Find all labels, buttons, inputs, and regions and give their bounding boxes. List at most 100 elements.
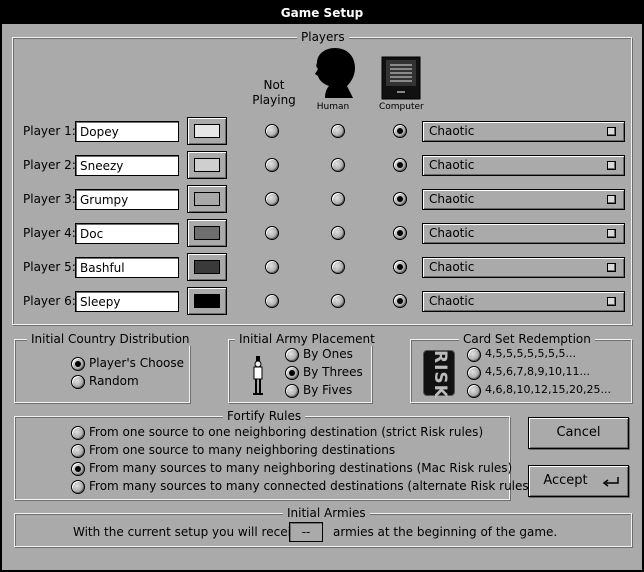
by-fives-radio[interactable] (285, 384, 299, 398)
player-color-swatch (194, 158, 220, 172)
random-radio[interactable] (71, 375, 85, 389)
computer-radio[interactable] (393, 192, 407, 206)
player-name-input[interactable] (75, 223, 179, 244)
game-setup-window: Game Setup Players Not Playing Human Com… (0, 0, 644, 572)
player-name-input[interactable] (75, 257, 179, 278)
strategy-select[interactable]: Chaotic (422, 121, 625, 142)
players-legend: Players (297, 30, 349, 44)
computer-radio[interactable] (393, 124, 407, 138)
computer-radio[interactable] (393, 226, 407, 240)
country-distribution-group: Initial Country Distribution Player's Ch… (14, 332, 194, 403)
fortify-option-1-label: From one source to one neighboring desti… (89, 425, 484, 439)
random-label: Random (89, 374, 139, 388)
player-label: Player 2: (23, 158, 76, 172)
player-color-button[interactable] (187, 117, 227, 145)
strategy-select[interactable]: Chaotic (422, 223, 625, 244)
computer-radio[interactable] (393, 158, 407, 172)
player-color-button[interactable] (187, 151, 227, 179)
not-playing-radio[interactable] (265, 260, 279, 274)
not-playing-radio[interactable] (265, 226, 279, 240)
not-playing-radio[interactable] (265, 158, 279, 172)
fortify-option-2-label: From one source to many neighboring dest… (89, 443, 396, 457)
players-choose-radio[interactable] (71, 357, 85, 371)
human-radio[interactable] (331, 192, 345, 206)
player-color-button[interactable] (187, 287, 227, 315)
player-color-button[interactable] (187, 253, 227, 281)
strategy-select[interactable]: Chaotic (422, 291, 625, 312)
redemption-option-1-radio[interactable] (467, 348, 481, 362)
player-label: Player 6: (23, 294, 76, 308)
dropdown-arrow-icon (607, 263, 616, 272)
human-radio[interactable] (331, 226, 345, 240)
human-radio[interactable] (331, 124, 345, 138)
strategy-select[interactable]: Chaotic (422, 257, 625, 278)
player-color-button[interactable] (187, 219, 227, 247)
fortify-rules-legend: Fortify Rules (223, 409, 306, 423)
initial-armies-value: -- (289, 522, 323, 542)
player-name-input[interactable] (75, 291, 179, 312)
player-name-input[interactable] (75, 121, 179, 142)
window-title: Game Setup (2, 2, 642, 24)
player-color-button[interactable] (187, 185, 227, 213)
fortify-option-4-label: From many sources to many connected dest… (89, 479, 534, 493)
human-head-icon (315, 48, 355, 98)
by-threes-radio[interactable] (285, 366, 299, 380)
country-distribution-legend: Initial Country Distribution (27, 332, 194, 346)
dropdown-arrow-icon (607, 127, 616, 136)
cancel-button[interactable]: Cancel (528, 417, 629, 449)
dropdown-arrow-icon (607, 195, 616, 204)
not-playing-radio[interactable] (265, 294, 279, 308)
not-playing-radio[interactable] (265, 192, 279, 206)
fortify-option-4-radio[interactable] (71, 480, 85, 494)
by-ones-radio[interactable] (285, 348, 299, 362)
initial-armies-text-after: armies at the beginning of the game. (333, 525, 558, 539)
human-radio[interactable] (331, 158, 345, 172)
card-redemption-group: Card Set Redemption RISK 4,5,5,5,5,5,5,5… (410, 332, 632, 403)
initial-armies-group: Initial Armies With the current setup yo… (14, 506, 632, 547)
by-threes-label: By Threes (303, 365, 363, 379)
player-color-swatch (194, 260, 220, 274)
fortify-option-2-radio[interactable] (71, 444, 85, 458)
army-placement-group: Initial Army Placement By Ones By Threes… (228, 332, 379, 403)
players-group: Players Not Playing Human Computer Playe… (12, 30, 632, 325)
initial-armies-text-before: With the current setup you will receive (73, 525, 306, 539)
computer-radio[interactable] (393, 294, 407, 308)
computer-radio[interactable] (393, 260, 407, 274)
human-radio[interactable] (331, 294, 345, 308)
player-label: Player 1: (23, 124, 76, 138)
computer-icon (381, 56, 421, 100)
initial-armies-legend: Initial Armies (283, 506, 370, 520)
dropdown-arrow-icon (607, 161, 616, 170)
soldier-icon (253, 356, 263, 395)
dropdown-arrow-icon (607, 229, 616, 238)
redemption-option-3-label: 4,6,8,10,12,15,20,25... (485, 383, 611, 396)
redemption-option-2-radio[interactable] (467, 366, 481, 380)
player-color-swatch (194, 192, 220, 206)
player-name-input[interactable] (75, 155, 179, 176)
player-label: Player 5: (23, 260, 76, 274)
player-label: Player 4: (23, 226, 76, 240)
redemption-option-1-label: 4,5,5,5,5,5,5,5... (485, 347, 576, 360)
players-choose-label: Player's Choose (89, 356, 185, 370)
human-header: Human (316, 102, 350, 112)
by-ones-label: By Ones (303, 347, 353, 361)
redemption-option-2-label: 4,5,6,7,8,9,10,11... (485, 365, 590, 378)
fortify-option-3-radio[interactable] (71, 462, 85, 476)
player-color-swatch (194, 124, 220, 138)
player-label: Player 3: (23, 192, 76, 206)
fortify-option-1-radio[interactable] (71, 426, 85, 440)
fortify-rules-group: Fortify Rules From one source to one nei… (14, 409, 533, 500)
player-color-swatch (194, 226, 220, 240)
army-placement-legend: Initial Army Placement (235, 332, 379, 346)
by-fives-label: By Fives (303, 383, 353, 397)
risk-logo: RISK (423, 350, 455, 399)
strategy-select[interactable]: Chaotic (422, 189, 625, 210)
strategy-select[interactable]: Chaotic (422, 155, 625, 176)
computer-header: Computer (379, 102, 424, 112)
redemption-option-3-radio[interactable] (467, 384, 481, 398)
not-playing-radio[interactable] (265, 124, 279, 138)
player-name-input[interactable] (75, 189, 179, 210)
not-playing-header: Not Playing (252, 78, 296, 107)
human-radio[interactable] (331, 260, 345, 274)
accept-button[interactable]: Accept (528, 465, 629, 497)
